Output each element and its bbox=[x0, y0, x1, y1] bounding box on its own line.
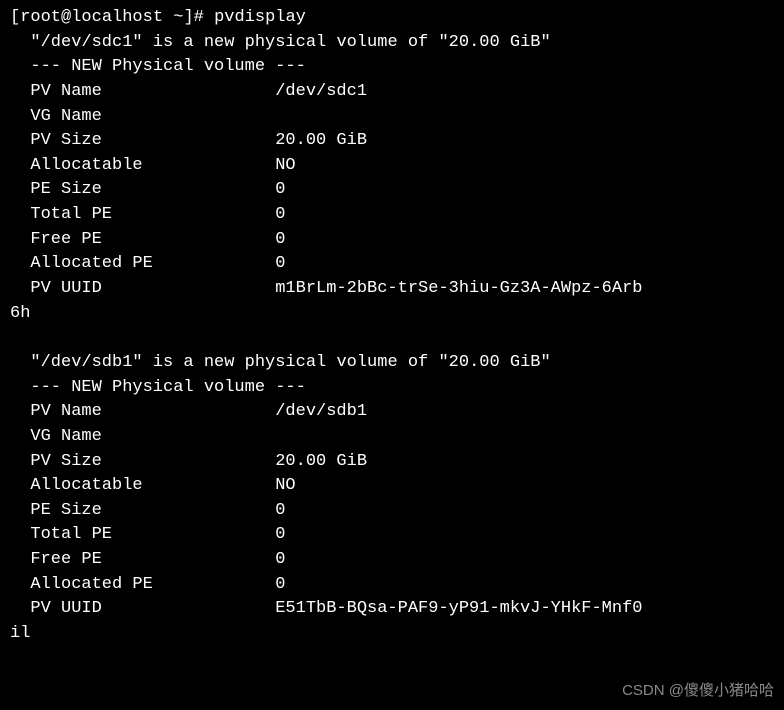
pe-size-label: PE Size bbox=[30, 499, 275, 524]
pv-intro-line: "/dev/sdb1" is a new physical volume of … bbox=[10, 351, 774, 376]
allocated-pe-label: Allocated PE bbox=[30, 252, 275, 277]
pv-name-label: PV Name bbox=[30, 400, 275, 425]
pe-size-label: PE Size bbox=[30, 178, 275, 203]
vg-name-row: VG Name bbox=[10, 105, 774, 130]
blank-line bbox=[10, 326, 774, 351]
pv-uuid-label: PV UUID bbox=[30, 597, 275, 622]
pv-name-row: PV Name/dev/sdb1 bbox=[10, 400, 774, 425]
pv-name-value: /dev/sdb1 bbox=[275, 402, 367, 421]
pv-uuid-row: PV UUIDm1BrLm-2bBc-trSe-3hiu-Gz3A-AWpz-6… bbox=[10, 277, 774, 302]
pv-intro-mid: is a new physical volume of bbox=[143, 33, 439, 52]
allocatable-label: Allocatable bbox=[30, 154, 275, 179]
allocated-pe-value: 0 bbox=[275, 254, 285, 273]
free-pe-value: 0 bbox=[275, 230, 285, 249]
pv-intro-size: "20.00 GiB" bbox=[438, 353, 550, 372]
pe-size-row: PE Size0 bbox=[10, 178, 774, 203]
allocated-pe-value: 0 bbox=[275, 575, 285, 594]
vg-name-row: VG Name bbox=[10, 425, 774, 450]
free-pe-label: Free PE bbox=[30, 228, 275, 253]
pv-uuid-wrap: il bbox=[10, 622, 774, 647]
pe-size-row: PE Size0 bbox=[10, 499, 774, 524]
pv-intro-mid: is a new physical volume of bbox=[143, 353, 439, 372]
allocatable-row: AllocatableNO bbox=[10, 474, 774, 499]
pv-name-label: PV Name bbox=[30, 80, 275, 105]
total-pe-row: Total PE0 bbox=[10, 523, 774, 548]
pv-name-value: /dev/sdc1 bbox=[275, 82, 367, 101]
pv-uuid-wrap: 6h bbox=[10, 302, 774, 327]
allocatable-value: NO bbox=[275, 476, 295, 495]
total-pe-label: Total PE bbox=[30, 523, 275, 548]
pe-size-value: 0 bbox=[275, 501, 285, 520]
free-pe-row: Free PE0 bbox=[10, 548, 774, 573]
vg-name-label: VG Name bbox=[30, 425, 275, 450]
allocatable-label: Allocatable bbox=[30, 474, 275, 499]
pv-name-row: PV Name/dev/sdc1 bbox=[10, 80, 774, 105]
pv-size-label: PV Size bbox=[30, 129, 275, 154]
allocatable-value: NO bbox=[275, 156, 295, 175]
pv-size-value: 20.00 GiB bbox=[275, 131, 367, 150]
pv-intro-line: "/dev/sdc1" is a new physical volume of … bbox=[10, 31, 774, 56]
pv-uuid-row: PV UUIDE51TbB-BQsa-PAF9-yP91-mkvJ-YHkF-M… bbox=[10, 597, 774, 622]
pv-size-row: PV Size20.00 GiB bbox=[10, 450, 774, 475]
free-pe-label: Free PE bbox=[30, 548, 275, 573]
pv-uuid-value: E51TbB-BQsa-PAF9-yP91-mkvJ-YHkF-Mnf0 bbox=[275, 599, 642, 618]
pv-section-header: --- NEW Physical volume --- bbox=[10, 55, 774, 80]
pv-uuid-value: m1BrLm-2bBc-trSe-3hiu-Gz3A-AWpz-6Arb bbox=[275, 279, 642, 298]
total-pe-value: 0 bbox=[275, 525, 285, 544]
vg-name-label: VG Name bbox=[30, 105, 275, 130]
pv-intro-device: "/dev/sdb1" bbox=[30, 353, 142, 372]
total-pe-value: 0 bbox=[275, 205, 285, 224]
prompt-line[interactable]: [root@localhost ~]# pvdisplay bbox=[10, 6, 774, 31]
pv-section-header: --- NEW Physical volume --- bbox=[10, 376, 774, 401]
allocated-pe-label: Allocated PE bbox=[30, 573, 275, 598]
pv-intro-device: "/dev/sdc1" bbox=[30, 33, 142, 52]
pv-size-value: 20.00 GiB bbox=[275, 452, 367, 471]
pv-intro-size: "20.00 GiB" bbox=[438, 33, 550, 52]
prompt-host: localhost bbox=[71, 8, 163, 27]
pv-size-label: PV Size bbox=[30, 450, 275, 475]
allocated-pe-row: Allocated PE0 bbox=[10, 252, 774, 277]
total-pe-label: Total PE bbox=[30, 203, 275, 228]
allocated-pe-row: Allocated PE0 bbox=[10, 573, 774, 598]
free-pe-row: Free PE0 bbox=[10, 228, 774, 253]
allocatable-row: AllocatableNO bbox=[10, 154, 774, 179]
command-text: pvdisplay bbox=[214, 8, 306, 27]
total-pe-row: Total PE0 bbox=[10, 203, 774, 228]
free-pe-value: 0 bbox=[275, 550, 285, 569]
pv-size-row: PV Size20.00 GiB bbox=[10, 129, 774, 154]
watermark-text: CSDN @傻傻小猪哈哈 bbox=[622, 680, 774, 702]
prompt-path: ~ bbox=[173, 8, 183, 27]
prompt-user: root bbox=[20, 8, 61, 27]
prompt-symbol: # bbox=[194, 8, 204, 27]
pv-uuid-label: PV UUID bbox=[30, 277, 275, 302]
pe-size-value: 0 bbox=[275, 180, 285, 199]
